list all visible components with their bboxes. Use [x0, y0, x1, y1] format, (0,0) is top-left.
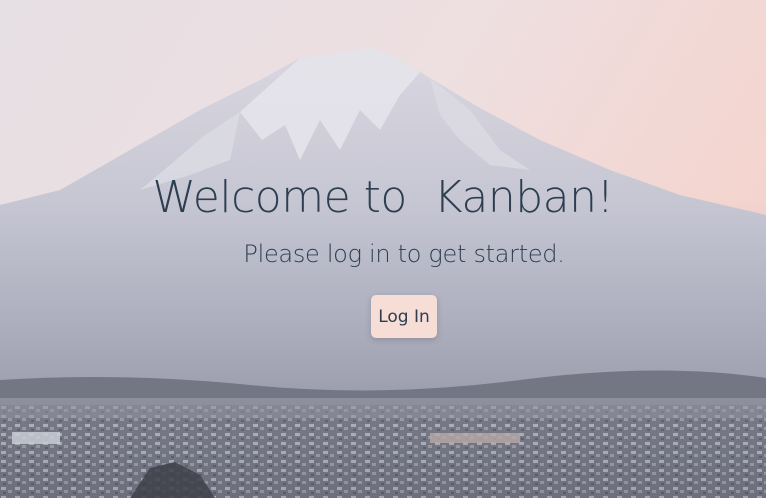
- login-button[interactable]: Log In: [371, 295, 437, 338]
- page-subtitle: Please log in to get started.: [243, 240, 565, 268]
- hero-section: Welcome to Kanban! Please log in to get …: [0, 0, 766, 498]
- page-title: Welcome to Kanban!: [152, 172, 614, 223]
- hero-content: Welcome to Kanban! Please log in to get …: [0, 0, 766, 498]
